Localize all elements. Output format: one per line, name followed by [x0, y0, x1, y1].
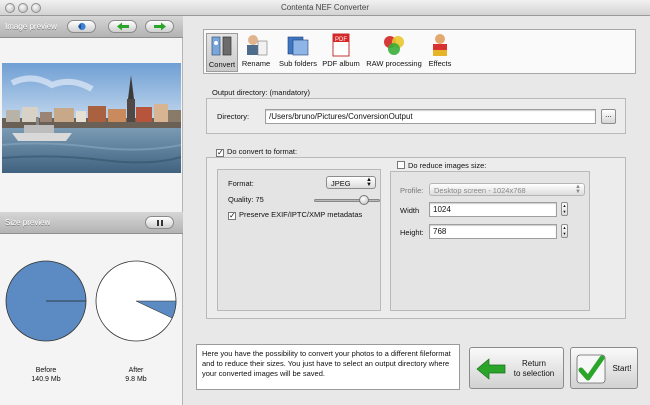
return-button-label: Return to selection [508, 359, 560, 379]
left-panel: Image preview Size preview Before 140.9 … [0, 16, 183, 405]
effects-icon [433, 34, 447, 56]
before-size-pie [5, 260, 87, 342]
after-value: 9.8 Mb [125, 376, 147, 383]
tool-convert[interactable]: Convert [206, 33, 238, 72]
format-options-box: Format: JPEG ▲ ▼ Quality: 75 ✓ Preserve EX… [217, 169, 381, 311]
svg-text:PDF: PDF [335, 37, 347, 43]
title-bar: Contenta NEF Converter [0, 0, 650, 16]
raw-processing-icon [384, 36, 404, 55]
output-directory-box: Directory: /Users/bruno/Pictures/Convers… [206, 98, 626, 134]
start-button-label: Start! [612, 364, 632, 373]
before-size-caption: Before 140.9 Mb [1, 366, 91, 384]
reduce-size-checkbox[interactable] [397, 161, 405, 169]
tool-raw-processing-label: RAW processing [366, 59, 422, 68]
window-title: Contenta NEF Converter [280, 3, 370, 12]
rotate-icon [77, 22, 86, 31]
return-to-selection-button[interactable]: Return to selection [469, 347, 564, 389]
width-label: Width [400, 206, 420, 215]
size-preview-header: Size preview [0, 212, 183, 234]
arrow-right-icon [153, 22, 166, 31]
tool-rename-label: Rename [241, 59, 271, 68]
profile-select-value: Desktop screen - 1024x768 [434, 186, 526, 195]
start-button[interactable]: Start! [570, 347, 638, 389]
reduce-size-label: Do reduce images size: [408, 161, 487, 170]
format-select-value: JPEG [331, 179, 351, 188]
previous-image-button[interactable] [108, 20, 137, 33]
checkmark-icon [576, 354, 606, 384]
tool-pdf-album-label: PDF album [322, 59, 360, 68]
tool-sub-folders-label: Sub folders [279, 59, 317, 68]
size-preview-label: Size preview [5, 218, 51, 227]
preserve-metadata-checkbox[interactable]: ✓ [228, 212, 236, 220]
rotate-button[interactable] [67, 20, 96, 33]
function-toolbar: Convert Rename Sub folders PDF PDF album… [203, 29, 636, 74]
convert-checkbox[interactable]: ✓ [216, 149, 224, 157]
tool-sub-folders[interactable]: Sub folders [278, 33, 318, 68]
preserve-metadata-row[interactable]: ✓ Preserve EXIF/IPTC/XMP metadatas [228, 210, 362, 220]
reduce-checkbox-row[interactable]: Do reduce images size: [397, 161, 486, 170]
quality-slider-track[interactable] [314, 199, 380, 202]
image-preview-label: Image preview [5, 22, 58, 31]
height-input[interactable]: 768 [429, 224, 557, 239]
profile-label: Profile: [400, 186, 424, 195]
tool-effects[interactable]: Effects [426, 33, 454, 68]
return-line1: Return [521, 359, 546, 368]
select-arrows-icon: ▲ ▼ [575, 184, 581, 195]
rename-icon [247, 35, 268, 56]
size-preview-toggle-button[interactable] [145, 216, 174, 229]
height-label: Height: [400, 228, 424, 237]
width-stepper[interactable]: ▲ ▼ [561, 202, 568, 216]
directory-label: Directory: [217, 112, 250, 121]
arrow-left-icon [116, 22, 129, 31]
convert-icon [211, 36, 232, 56]
after-size-caption: After 9.8 Mb [91, 366, 181, 384]
tool-raw-processing[interactable]: RAW processing [364, 33, 424, 68]
tool-convert-label: Convert [208, 60, 236, 69]
preserve-metadata-label: Preserve EXIF/IPTC/XMP metadatas [239, 210, 363, 219]
profile-select[interactable]: Desktop screen - 1024x768 ▲ ▼ [429, 183, 585, 196]
select-arrows-icon: ▲ ▼ [366, 177, 372, 188]
tool-pdf-album[interactable]: PDF PDF album [320, 33, 362, 68]
output-directory-section-label: Output directory: (mandatory) [212, 88, 310, 97]
before-label: Before [35, 367, 57, 374]
return-line2: to selection [513, 369, 555, 378]
convert-checkbox-row[interactable]: ✓ Do convert to format: [216, 147, 297, 157]
height-stepper[interactable]: ▲ ▼ [561, 224, 568, 238]
after-label: After [128, 367, 144, 374]
convert-checkbox-label: Do convert to format: [227, 147, 298, 156]
pdf-icon: PDF [332, 33, 350, 57]
tool-effects-label: Effects [428, 59, 452, 68]
folders-icon [287, 36, 309, 56]
width-input[interactable]: 1024 [429, 202, 557, 217]
directory-input[interactable]: /Users/bruno/Pictures/ConversionOutput [265, 109, 596, 124]
info-text-box: Here you have the possibility to convert… [196, 344, 460, 390]
tool-rename[interactable]: Rename [240, 33, 272, 68]
quality-label: Quality: 75 [228, 195, 264, 204]
pause-icon [156, 219, 163, 226]
arrow-left-icon [476, 358, 506, 380]
image-preview-header: Image preview [0, 16, 183, 38]
format-select[interactable]: JPEG ▲ ▼ [326, 176, 376, 189]
format-label: Format: [228, 179, 254, 188]
image-preview-photo [2, 63, 181, 173]
after-size-pie [95, 260, 177, 342]
next-image-button[interactable] [145, 20, 174, 33]
browse-directory-button[interactable]: ... [601, 109, 616, 124]
quality-slider-thumb[interactable] [358, 195, 369, 205]
reduce-options-box: Profile: Desktop screen - 1024x768 ▲ ▼ Wi… [390, 171, 590, 311]
before-value: 140.9 Mb [31, 376, 61, 383]
